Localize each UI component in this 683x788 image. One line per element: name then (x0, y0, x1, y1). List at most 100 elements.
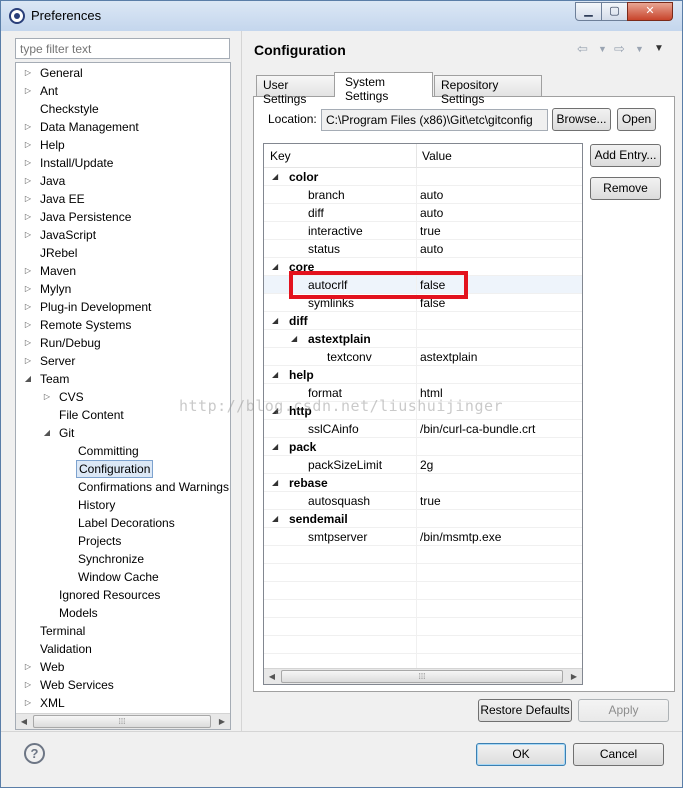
add-entry-button[interactable]: Add Entry... (590, 144, 661, 167)
column-header-value[interactable]: Value (416, 144, 582, 168)
expand-icon[interactable]: ▷ (23, 136, 33, 154)
collapse-icon[interactable]: ◢ (272, 510, 282, 528)
restore-defaults-button[interactable]: Restore Defaults (478, 699, 572, 722)
tree-item[interactable]: Confirmations and Warnings (16, 478, 230, 496)
table-row[interactable]: ◢ sendemail (264, 510, 582, 528)
tree-item[interactable]: ▷ Java Persistence (16, 208, 230, 226)
expand-icon[interactable]: ▷ (23, 352, 33, 370)
tree-horizontal-scrollbar[interactable]: ◀ ⁞⁞⁞ ▶ (16, 713, 230, 729)
table-row[interactable]: autosquash true (264, 492, 582, 510)
back-arrow-icon[interactable]: ⇦ (577, 41, 588, 57)
forward-arrow-icon[interactable]: ⇨ (614, 41, 625, 57)
table-horizontal-scrollbar[interactable]: ◀ ⁞⁞⁞ ▶ (264, 668, 582, 684)
view-menu-icon[interactable]: ▼ (654, 43, 664, 54)
table-row[interactable]: packSizeLimit 2g (264, 456, 582, 474)
tree-item[interactable]: ▷ Data Management (16, 118, 230, 136)
tree-item[interactable]: ◢ Git (16, 424, 230, 442)
ok-button[interactable]: OK (476, 743, 566, 766)
expand-icon[interactable]: ▷ (23, 226, 33, 244)
tree-item[interactable]: ▷ Plug-in Development (16, 298, 230, 316)
scroll-thumb[interactable]: ⁞⁞⁞ (281, 670, 563, 683)
collapse-icon[interactable]: ◢ (272, 312, 282, 330)
collapse-icon[interactable]: ◢ (272, 258, 282, 276)
table-row[interactable]: interactive true (264, 222, 582, 240)
tree-item[interactable]: History (16, 496, 230, 514)
collapse-icon[interactable]: ◢ (272, 366, 282, 384)
column-header-key[interactable]: Key (264, 144, 416, 168)
tree-item[interactable]: ▷ Maven (16, 262, 230, 280)
expand-icon[interactable]: ▷ (23, 298, 33, 316)
tree-item[interactable]: Projects (16, 532, 230, 550)
expand-icon[interactable]: ▷ (23, 676, 33, 694)
apply-button[interactable]: Apply (578, 699, 669, 722)
remove-button[interactable]: Remove (590, 177, 661, 200)
table-row[interactable]: ◢ astextplain (264, 330, 582, 348)
tree-item[interactable]: ▷ Java EE (16, 190, 230, 208)
expand-icon[interactable]: ▷ (23, 694, 33, 712)
expand-icon[interactable]: ▷ (23, 154, 33, 172)
scroll-right-icon[interactable]: ▶ (214, 714, 230, 729)
expand-icon[interactable]: ▷ (23, 208, 33, 226)
panel-divider[interactable] (241, 31, 242, 731)
expand-icon[interactable]: ▷ (23, 64, 33, 82)
tree-item[interactable]: ◢ Team (16, 370, 230, 388)
expand-icon[interactable]: ▷ (23, 280, 33, 298)
table-row[interactable]: textconv astextplain (264, 348, 582, 366)
tree-item[interactable]: Committing (16, 442, 230, 460)
scroll-left-icon[interactable]: ◀ (16, 714, 32, 729)
tree-item[interactable]: ▷ XML (16, 694, 230, 712)
filter-input[interactable] (15, 38, 230, 59)
expand-icon[interactable]: ▷ (42, 388, 52, 406)
tree-item[interactable]: ▷ Ant (16, 82, 230, 100)
table-row[interactable]: ◢ diff (264, 312, 582, 330)
tree-item[interactable]: ▷ Remote Systems (16, 316, 230, 334)
table-row[interactable]: ◢ pack (264, 438, 582, 456)
browse-button[interactable]: Browse... (552, 108, 611, 131)
close-button[interactable]: ✕ (627, 2, 673, 21)
expand-icon[interactable]: ▷ (23, 658, 33, 676)
tree-item[interactable]: ▷ Web (16, 658, 230, 676)
expand-icon[interactable]: ▷ (23, 316, 33, 334)
table-row[interactable]: ◢ rebase (264, 474, 582, 492)
maximize-button[interactable]: ▢ (601, 2, 628, 21)
expand-icon[interactable]: ▷ (23, 190, 33, 208)
tree-item[interactable]: JRebel (16, 244, 230, 262)
minimize-button[interactable]: ▁ (575, 2, 602, 21)
collapse-icon[interactable]: ◢ (42, 424, 52, 442)
tree-item[interactable]: Models (16, 604, 230, 622)
expand-icon[interactable]: ▷ (23, 262, 33, 280)
tab-user-settings[interactable]: User Settings (256, 75, 336, 106)
preference-tree[interactable]: ▷ General ▷ Ant Checkstyle ▷ Data Management ▷ H… (15, 62, 231, 730)
table-row[interactable]: ◢ color (264, 168, 582, 186)
scroll-left-icon[interactable]: ◀ (264, 669, 280, 684)
help-icon[interactable]: ? (24, 743, 45, 764)
collapse-icon[interactable]: ◢ (23, 370, 33, 388)
collapse-icon[interactable]: ◢ (272, 438, 282, 456)
tree-item[interactable]: ▷ Java (16, 172, 230, 190)
expand-icon[interactable]: ▷ (23, 172, 33, 190)
expand-icon[interactable]: ▷ (23, 334, 33, 352)
tree-item[interactable]: Ignored Resources (16, 586, 230, 604)
tree-item[interactable]: ▷ Server (16, 352, 230, 370)
table-row[interactable]: ◢ help (264, 366, 582, 384)
tree-item[interactable]: ▷ JavaScript (16, 226, 230, 244)
tree-item[interactable]: ▷ Run/Debug (16, 334, 230, 352)
tree-item[interactable]: Terminal (16, 622, 230, 640)
tree-item[interactable]: ▷ Help (16, 136, 230, 154)
title-bar[interactable]: Preferences ▁ ▢ ✕ (1, 1, 682, 31)
collapse-icon[interactable]: ◢ (291, 330, 301, 348)
table-row[interactable]: status auto (264, 240, 582, 258)
scroll-right-icon[interactable]: ▶ (566, 669, 582, 684)
tree-item[interactable]: ▷ General (16, 64, 230, 82)
collapse-icon[interactable]: ◢ (272, 168, 282, 186)
open-button[interactable]: Open (617, 108, 656, 131)
collapse-icon[interactable]: ◢ (272, 474, 282, 492)
expand-icon[interactable]: ▷ (23, 118, 33, 136)
cancel-button[interactable]: Cancel (573, 743, 664, 766)
tree-item[interactable]: ▷ Install/Update (16, 154, 230, 172)
tree-item[interactable]: Validation (16, 640, 230, 658)
table-row[interactable]: smtpserver/bin/msmtp.exe (264, 528, 582, 546)
scroll-thumb[interactable]: ⁞⁞⁞ (33, 715, 211, 728)
table-row[interactable]: sslCAinfo/bin/curl-ca-bundle.crt (264, 420, 582, 438)
tree-item[interactable]: ▷ Web Services (16, 676, 230, 694)
